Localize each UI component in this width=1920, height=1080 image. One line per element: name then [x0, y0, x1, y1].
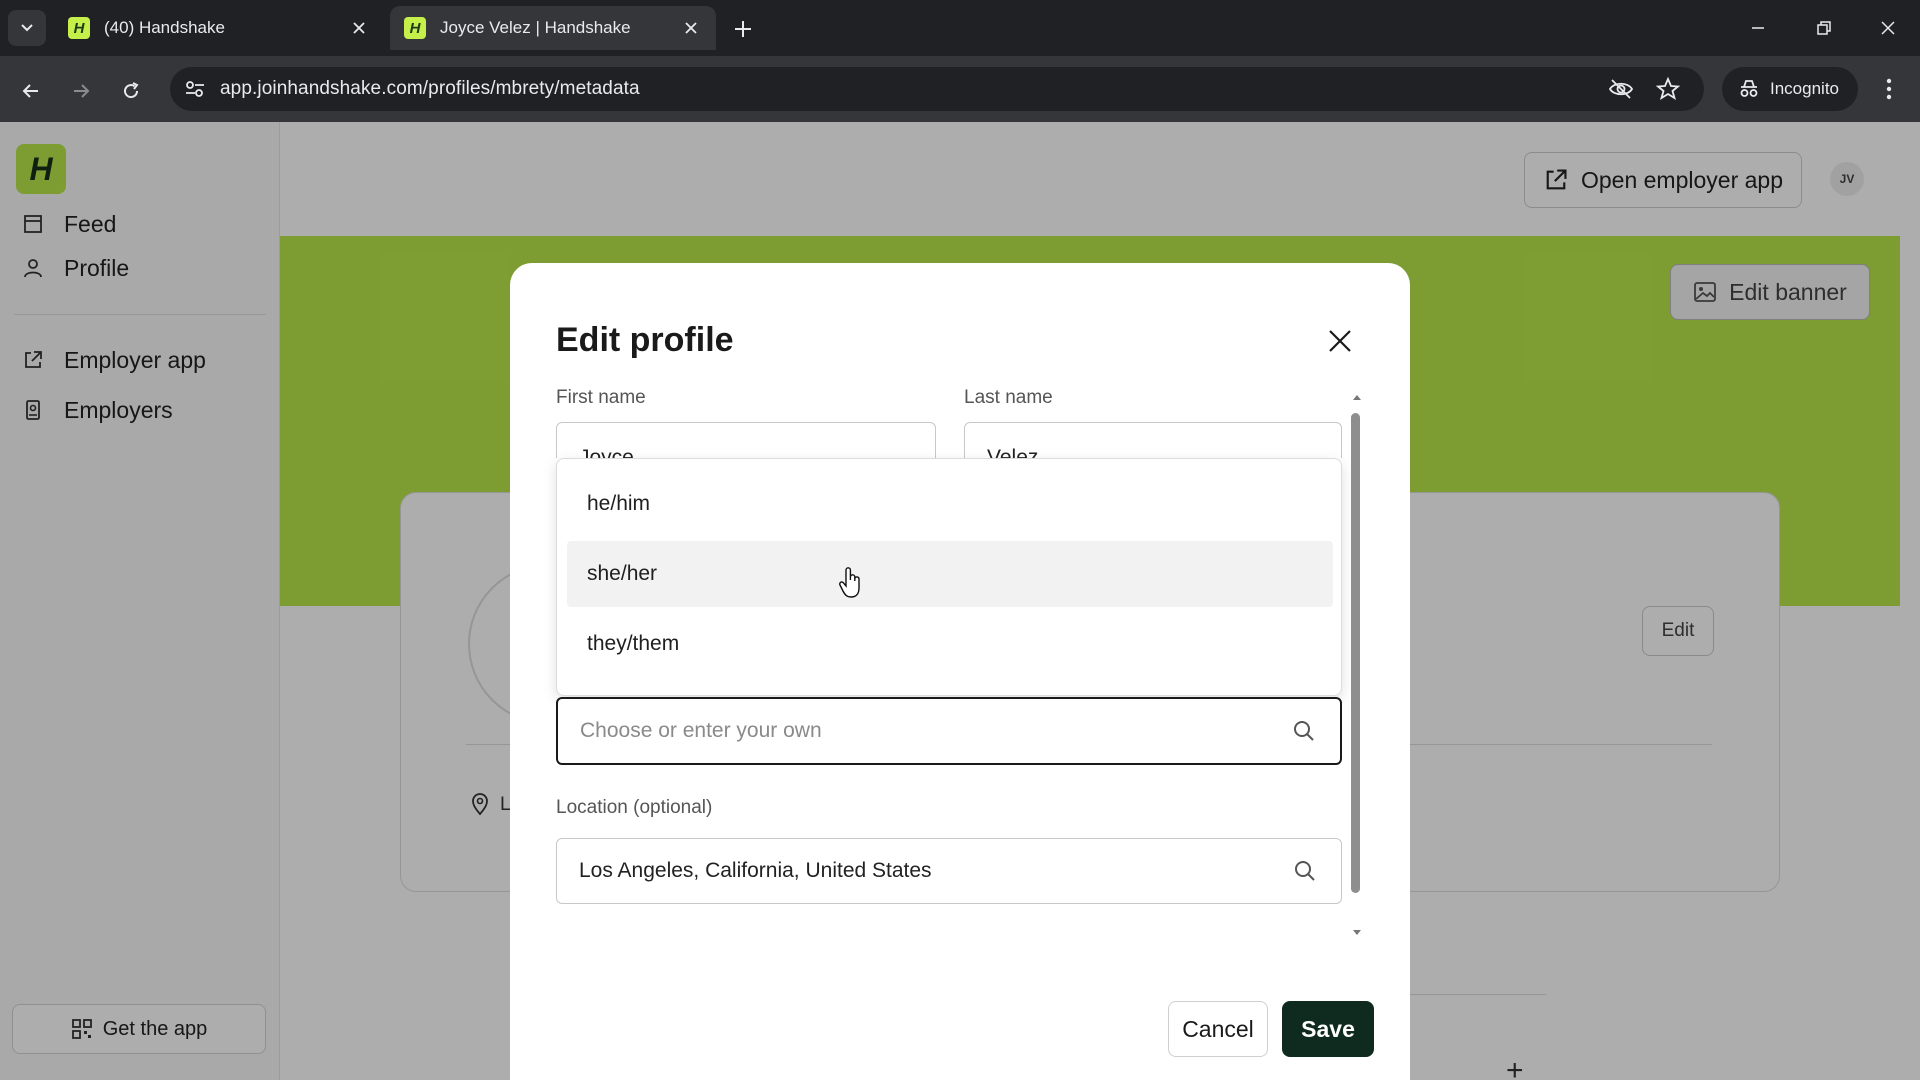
close-window-button[interactable] [1868, 10, 1908, 46]
location-value: Los Angeles, California, United States [579, 859, 932, 882]
search-icon [1291, 857, 1319, 885]
cancel-button[interactable]: Cancel [1168, 1001, 1268, 1057]
pronoun-option-he-him[interactable]: he/him [567, 471, 1333, 537]
edit-profile-modal: Edit profile First name Last name Joyce … [510, 263, 1410, 1080]
browser-menu-button[interactable] [1876, 76, 1902, 102]
browser-tab[interactable]: H (40) Handshake [54, 6, 384, 50]
back-button[interactable] [12, 72, 50, 110]
last-name-field[interactable]: Velez [964, 422, 1342, 458]
handshake-favicon-icon: H [68, 17, 90, 39]
url-text: app.joinhandshake.com/profiles/mbrety/me… [220, 78, 640, 99]
pronoun-option-they-them[interactable]: they/them [567, 611, 1333, 677]
location-input[interactable]: Los Angeles, California, United States [556, 838, 1342, 904]
pronouns-placeholder: Choose or enter your own [580, 719, 822, 742]
handshake-favicon-icon: H [404, 17, 426, 39]
incognito-label: Incognito [1770, 79, 1839, 98]
forward-button[interactable] [62, 72, 100, 110]
last-name-label: Last name [964, 387, 1053, 408]
close-icon [1329, 330, 1351, 352]
hand-pointer-cursor-icon [839, 567, 860, 598]
site-settings-icon[interactable] [184, 79, 206, 99]
plus-icon [735, 21, 751, 37]
tab-search-button[interactable] [8, 10, 46, 46]
location-label: Location (optional) [556, 797, 713, 818]
tab-title: Joyce Velez | Handshake [440, 18, 631, 37]
modal-title: Edit profile [556, 321, 734, 359]
chevron-down-icon [21, 24, 33, 32]
new-tab-button[interactable] [728, 14, 758, 44]
first-name-label: First name [556, 387, 646, 408]
minimize-icon [1752, 27, 1764, 29]
close-modal-button[interactable] [1318, 319, 1362, 363]
pronouns-input[interactable]: Choose or enter your own [556, 697, 1342, 765]
modal-scrollbar[interactable] [1348, 393, 1364, 953]
minimize-button[interactable] [1738, 10, 1778, 46]
save-button[interactable]: Save [1282, 1001, 1374, 1057]
reload-button[interactable] [112, 72, 150, 110]
incognito-icon [1740, 80, 1758, 97]
arrow-left-icon [22, 84, 38, 98]
arrow-right-icon [74, 84, 90, 98]
close-tab-icon[interactable] [680, 17, 702, 39]
incognito-indicator[interactable]: Incognito [1722, 67, 1858, 111]
browser-tab-bar: H (40) Handshake H Joyce Velez | Handsha… [0, 0, 1920, 56]
more-vert-icon [1886, 78, 1892, 100]
restore-button[interactable] [1804, 10, 1844, 46]
restore-icon [1817, 21, 1831, 35]
reload-icon [124, 82, 139, 99]
last-name-value: Velez [987, 446, 1039, 458]
scroll-up-arrow-icon[interactable] [1352, 393, 1362, 401]
pronouns-dropdown: he/him she/her they/them [556, 458, 1342, 696]
first-name-field[interactable]: Joyce [556, 422, 936, 458]
tab-title: (40) Handshake [104, 18, 225, 37]
bookmark-star-icon[interactable] [1656, 77, 1680, 101]
scroll-down-arrow-icon[interactable] [1352, 929, 1362, 937]
eye-off-icon[interactable] [1608, 77, 1634, 101]
first-name-value: Joyce [579, 446, 634, 458]
close-icon [1881, 21, 1895, 35]
scrollbar-thumb[interactable] [1351, 413, 1360, 893]
address-bar[interactable]: app.joinhandshake.com/profiles/mbrety/me… [170, 67, 1704, 111]
pronoun-option-she-her[interactable]: she/her [567, 541, 1333, 607]
browser-tab-active[interactable]: H Joyce Velez | Handshake [390, 6, 716, 50]
search-icon [1290, 717, 1318, 745]
close-tab-icon[interactable] [348, 17, 370, 39]
